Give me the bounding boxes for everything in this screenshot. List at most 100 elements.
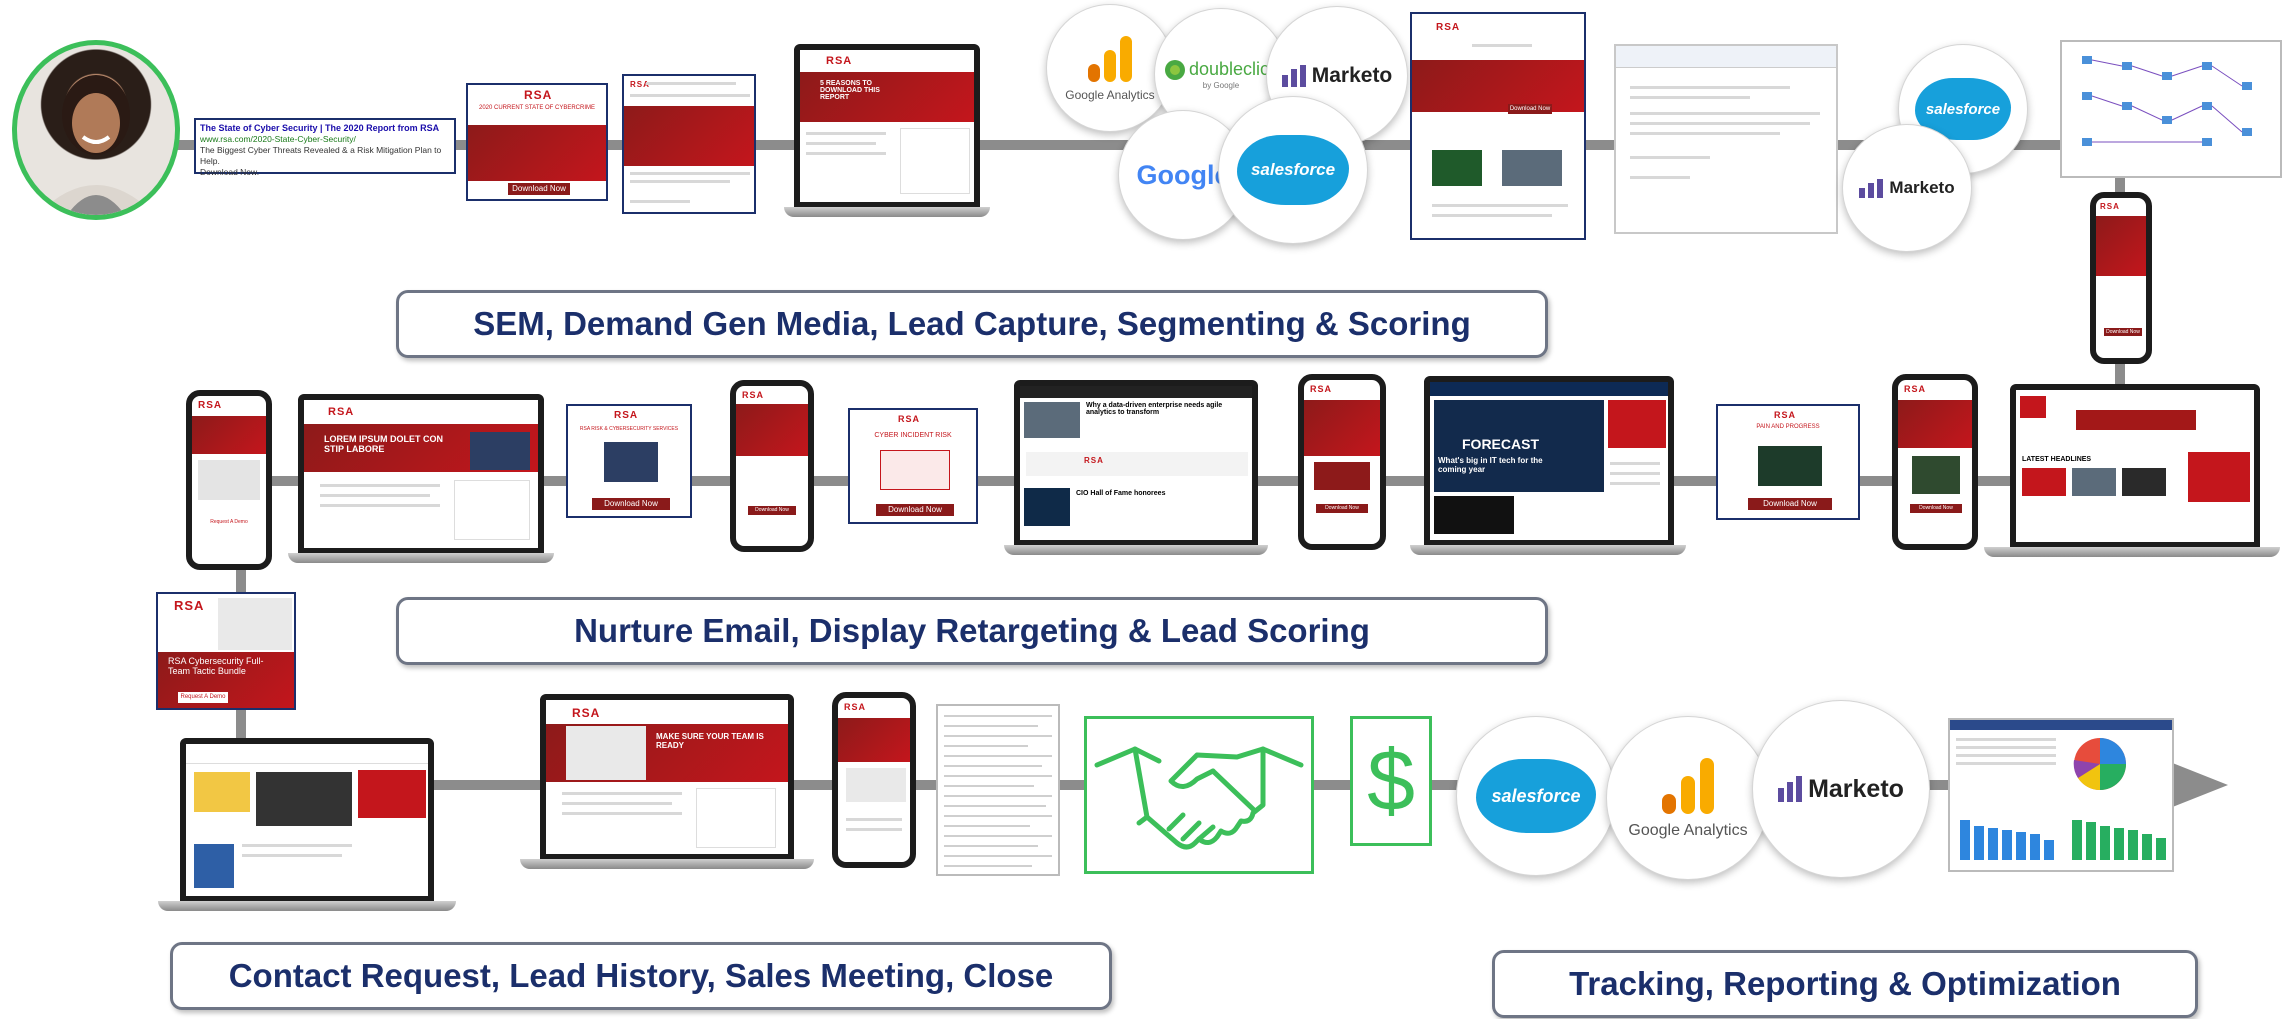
rsa-logo: RSA: [1436, 22, 1461, 33]
download-now-button[interactable]: Download Now: [2104, 328, 2142, 336]
download-now-button[interactable]: Download Now: [508, 183, 570, 195]
salesforce-text: salesforce: [1925, 100, 2001, 118]
laptop-base: [1984, 547, 2280, 557]
retargeting-laptop-sc[interactable]: LATEST HEADLINES: [2010, 384, 2260, 548]
close-deal-box: $: [1350, 716, 1432, 846]
marketo-text: Marketo: [1808, 774, 1904, 803]
rsa-logo: RSA: [614, 410, 639, 421]
sales-meeting-box: [1084, 716, 1314, 874]
salesforce-logo-3: salesforce: [1456, 716, 1616, 876]
marketo-logo-2: Marketo: [1842, 124, 1972, 252]
retargeting-laptop-news[interactable]: FORECAST What's big in IT tech for the c…: [1424, 376, 1674, 546]
rsa-logo: RSA: [1774, 410, 1797, 420]
person-illustration: [37, 75, 155, 215]
nurture-ad-card-2[interactable]: RSA CYBER INCIDENT RISK Download Now: [848, 408, 978, 524]
rsa-logo: RSA: [1310, 384, 1333, 394]
nurture-ad-card-3[interactable]: RSA PAIN AND PROGRESS Download Now: [1716, 404, 1860, 520]
request-demo-button[interactable]: Request A Demo: [178, 692, 228, 703]
nurture-phone-3[interactable]: RSA Download Now: [1298, 374, 1386, 550]
nurture-phone-2[interactable]: RSA Download Now: [730, 380, 814, 552]
forecast-subtitle: What's big in IT tech for the coming yea…: [1438, 456, 1543, 474]
display-ad-card[interactable]: RSA 2020 CURRENT STATE OF CYBERCRIME Dow…: [466, 83, 608, 201]
marketo-icon: [1778, 776, 1803, 802]
landing-title: 5 REASONS TO DOWNLOAD THIS REPORT: [820, 80, 880, 101]
nurture-phone-1[interactable]: RSA Request A Demo: [186, 390, 272, 570]
laptop-base: [1004, 545, 1268, 555]
laptop-base: [784, 207, 990, 217]
google-analytics-text: Google Analytics: [1065, 88, 1155, 102]
sales-email-window[interactable]: [1614, 44, 1838, 234]
marketo-icon: [1859, 178, 1884, 198]
landing-page-laptop[interactable]: RSA 5 REASONS TO DOWNLOAD THIS REPORT: [794, 44, 980, 208]
download-now-button[interactable]: Download Now: [1316, 504, 1368, 513]
salesforce-text: salesforce: [1491, 785, 1581, 806]
salesforce-cloud: salesforce: [1476, 759, 1596, 833]
marketo-icon: [1281, 65, 1306, 87]
analytics-bars-icon: [1088, 36, 1132, 82]
salesforce-text: salesforce: [1250, 160, 1336, 179]
download-now-button[interactable]: Download Now: [592, 498, 670, 510]
salesforce-logo: salesforce: [1218, 96, 1368, 244]
doubleclick-subtext: by Google: [1202, 80, 1240, 90]
ad-url: www.rsa.com/2020-State-Cyber-Security/: [200, 134, 356, 144]
team-ready-title: MAKE SURE YOUR TEAM IS READY: [656, 732, 764, 750]
demo-landing-laptop[interactable]: RSA MAKE SURE YOUR TEAM IS READY: [540, 694, 794, 860]
ad-line2: Download Now.: [200, 167, 260, 177]
stage-label-3: Contact Request, Lead History, Sales Mee…: [170, 942, 1112, 1010]
retargeting-laptop-cio[interactable]: Why a data-driven enterprise needs agile…: [1014, 380, 1258, 546]
handshake-icon: [1094, 746, 1304, 850]
salesforce-cloud: salesforce: [1237, 135, 1349, 205]
rsa-logo: RSA: [844, 702, 867, 712]
laptop-base: [520, 859, 814, 869]
pie-chart-widget: [2073, 738, 2126, 791]
download-now-button[interactable]: Download Now: [748, 506, 796, 515]
lead-history-report: [936, 704, 1060, 876]
ad-line1: The Biggest Cyber Threats Revealed & a R…: [200, 145, 442, 166]
ad-title[interactable]: The State of Cyber Security | The 2020 R…: [200, 123, 450, 134]
rsa-logo: RSA: [898, 414, 921, 424]
google-analytics-logo-2: Google Analytics: [1606, 716, 1770, 880]
incident-title: CYBER INCIDENT RISK: [874, 432, 952, 439]
social-post-card[interactable]: RSA: [622, 74, 756, 214]
rsa-logo: RSA: [742, 390, 765, 400]
rsa-logo: RSA: [174, 598, 205, 613]
google-analytics-text: Google Analytics: [1628, 822, 1748, 839]
dollar-icon: $: [1367, 732, 1415, 829]
marketo-text: Marketo: [1311, 64, 1393, 87]
search-ad[interactable]: The State of Cyber Security | The 2020 R…: [194, 118, 456, 177]
nurture-ad-card-1[interactable]: RSA RSA RISK & CYBERSECURITY SERVICES Do…: [566, 404, 692, 518]
download-now-button[interactable]: Download Now: [1508, 104, 1552, 114]
nurture-laptop-1[interactable]: RSA LOREM IPSUM DOLET CON STIP LABORE: [298, 394, 544, 554]
nurture-phone-4[interactable]: RSA Download Now: [1892, 374, 1978, 550]
download-now-button[interactable]: Download Now: [1910, 504, 1962, 513]
contact-request-laptop[interactable]: [180, 738, 434, 902]
marketo-text: Marketo: [1889, 178, 1955, 197]
download-now-button[interactable]: Download Now: [1748, 498, 1832, 510]
pain-progress-title: PAIN AND PROGRESS: [1756, 424, 1820, 430]
doubleclick-icon: [1164, 59, 1185, 80]
nurture-email-card[interactable]: RSA Download Now: [1410, 12, 1586, 240]
download-now-button[interactable]: Download Now: [876, 504, 954, 516]
reporting-dashboard: [1948, 718, 2174, 872]
mobile-landing-phone[interactable]: RSA Download Now: [2090, 192, 2152, 364]
rsa-logo: RSA: [198, 400, 223, 411]
rsa-logo: RSA: [2100, 202, 2120, 211]
bundle-title: RSA Cybersecurity Full-Team Tactic Bundl…: [168, 656, 264, 676]
stage-label-1: SEM, Demand Gen Media, Lead Capture, Seg…: [396, 290, 1548, 358]
card-title: 2020 CURRENT STATE OF CYBERCRIME: [478, 105, 596, 111]
workflow-diagram: [2060, 40, 2282, 178]
marketo-logo-3: Marketo: [1752, 700, 1930, 878]
laptop-base: [288, 553, 554, 563]
request-demo-button[interactable]: Request A Demo: [200, 518, 258, 527]
laptop-base: [1410, 545, 1686, 555]
demo-bundle-card[interactable]: RSA RSA Cybersecurity Full-Team Tactic B…: [156, 592, 296, 710]
latest-headlines: LATEST HEADLINES: [2022, 456, 2092, 463]
bar-chart-widget-blue: [1960, 820, 2054, 860]
lorem-title: LOREM IPSUM DOLET CON STIP LABORE: [324, 434, 443, 454]
bar-chart-widget-green: [2072, 820, 2166, 860]
doubleclick-text: doubleclick: [1188, 59, 1279, 79]
cio-headline: Why a data-driven enterprise needs agile…: [1086, 402, 1223, 416]
google-wordmark: Google: [1136, 159, 1230, 190]
demo-phone[interactable]: RSA: [832, 692, 916, 868]
forecast-title: FORECAST: [1462, 436, 1539, 452]
